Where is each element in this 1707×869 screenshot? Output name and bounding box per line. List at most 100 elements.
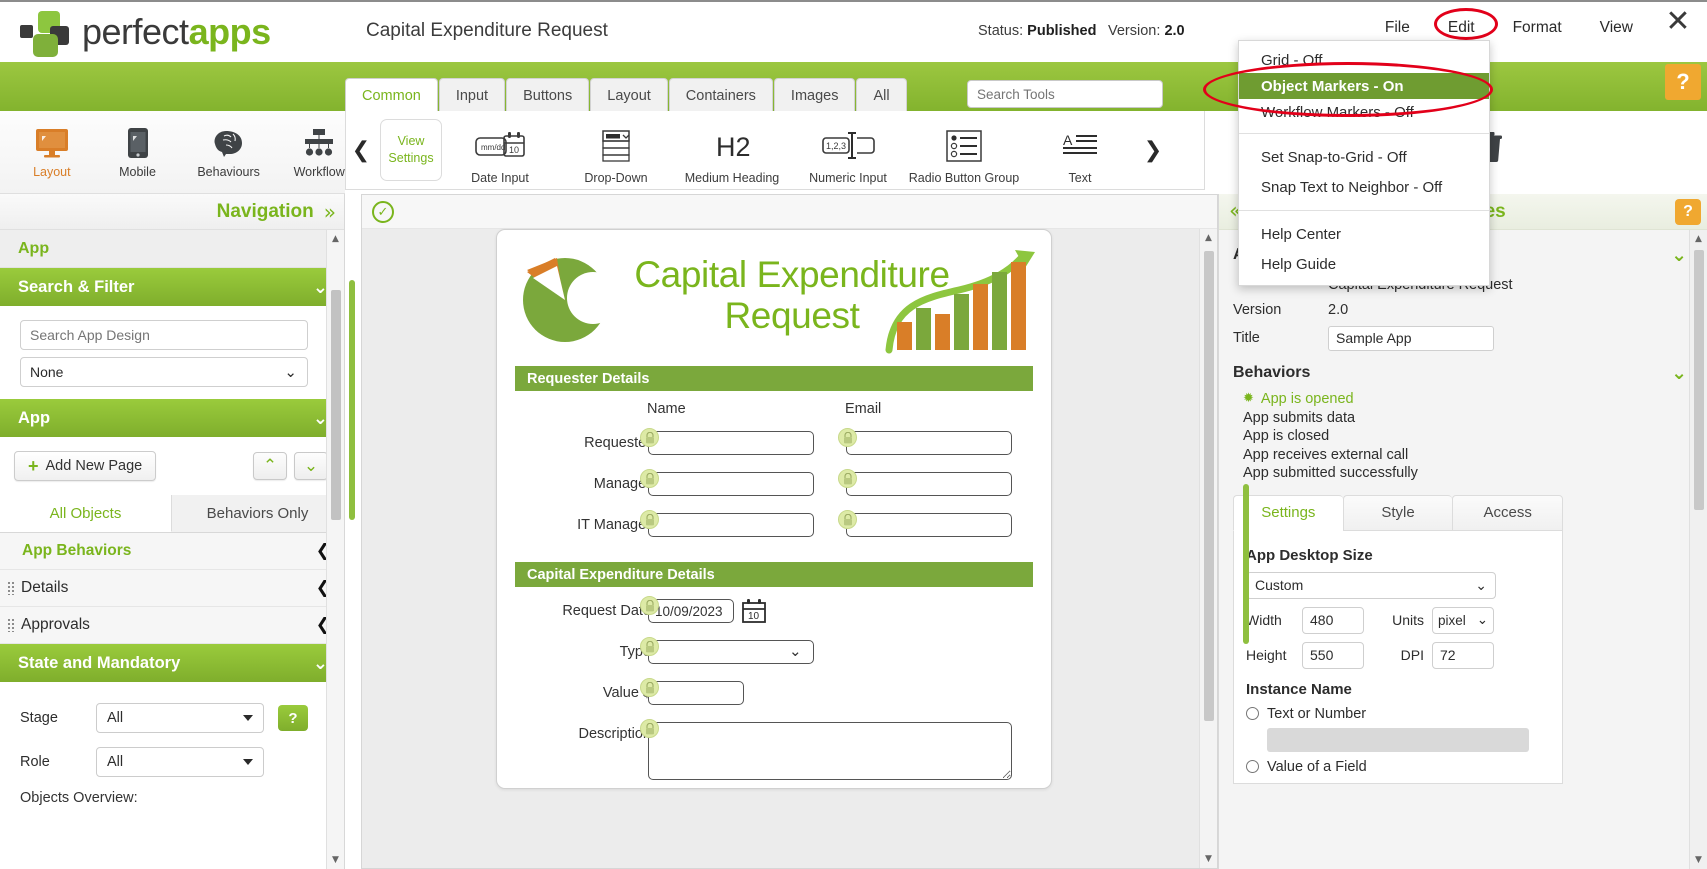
size-preset-select[interactable]: Custom ⌄ (1246, 571, 1496, 599)
object-marker-lock-icon[interactable] (640, 637, 659, 656)
tool-date-input[interactable]: mm/dd 10 Date Input (442, 115, 558, 185)
sidebar-header-search-filter[interactable]: Search & Filter ⌄ (0, 268, 344, 306)
field-requester-email[interactable] (846, 431, 1012, 455)
tree-item-approvals[interactable]: Approvals ❮ (0, 607, 344, 644)
property-input-title[interactable] (1328, 325, 1494, 351)
brand-logo[interactable]: perfectapps (20, 10, 271, 57)
tool-text[interactable]: A Text (1022, 115, 1138, 185)
sidebar-header-app[interactable]: App ⌄ (0, 399, 344, 437)
view-menu-item-snap-to-grid[interactable]: Set Snap-to-Grid - Off (1239, 142, 1489, 172)
instance-name-value-field[interactable] (1267, 727, 1529, 752)
expand-all-icon[interactable]: ⌄ (294, 452, 328, 480)
view-menu-item-grid[interactable]: Grid - Off (1239, 47, 1489, 73)
menu-edit[interactable]: Edit (1444, 16, 1479, 40)
scroll-down-icon[interactable]: ▼ (1690, 851, 1707, 869)
ribbon-tab-buttons[interactable]: Buttons (506, 78, 590, 112)
role-select[interactable]: All (96, 747, 264, 777)
units-select[interactable]: pixel ⌄ (1432, 606, 1494, 634)
properties-resize-handle[interactable] (1243, 484, 1249, 644)
view-menu-item-workflow-markers[interactable]: Workflow Markers - Off (1239, 99, 1489, 125)
ribbon-tab-common[interactable]: Common (345, 78, 438, 112)
ribbon-tab-all[interactable]: All (856, 78, 907, 112)
radio-icon[interactable] (1246, 707, 1259, 720)
stage-select[interactable]: All (96, 703, 264, 733)
object-marker-lock-icon[interactable] (838, 428, 857, 447)
tool-drop-down[interactable]: Drop-Down (558, 115, 674, 185)
object-marker-lock-icon[interactable] (640, 469, 659, 488)
stage-help-button[interactable]: ? (278, 705, 308, 731)
tab-all-objects[interactable]: All Objects (0, 495, 172, 532)
field-it-manager-email[interactable] (846, 513, 1012, 537)
view-menu-item-snap-text-neighbor[interactable]: Snap Text to Neighbor - Off (1239, 172, 1489, 202)
mode-workflow[interactable]: Workflow (293, 125, 345, 179)
object-marker-lock-icon[interactable] (640, 719, 659, 738)
mode-behaviours[interactable]: Behaviours (197, 125, 260, 179)
validation-check-icon[interactable]: ✓ (372, 201, 394, 223)
dpi-input[interactable] (1432, 641, 1494, 669)
behavior-item-external-call[interactable]: App receives external call (1243, 446, 1687, 465)
field-request-date[interactable] (648, 599, 734, 623)
ribbon-tab-containers[interactable]: Containers (668, 78, 773, 112)
navigation-collapse-icon[interactable]: » (324, 200, 336, 224)
height-input[interactable] (1302, 641, 1364, 669)
close-icon[interactable]: ✕ (1663, 7, 1693, 38)
add-new-page-button[interactable]: + Add New Page (14, 451, 157, 481)
field-manager-email[interactable] (846, 472, 1012, 496)
tree-item-details[interactable]: Details ❮ (0, 570, 344, 607)
view-menu-item-help-center[interactable]: Help Center (1239, 219, 1489, 249)
object-marker-lock-icon[interactable] (640, 678, 659, 697)
scroll-down-icon[interactable]: ▼ (1200, 850, 1217, 868)
scroll-thumb[interactable] (1694, 250, 1704, 510)
tab-behaviors-only[interactable]: Behaviors Only (172, 495, 344, 532)
mode-mobile[interactable]: Mobile (112, 125, 164, 179)
drag-handle-icon[interactable] (8, 581, 14, 595)
ribbon-prev-icon[interactable]: ❮ (346, 138, 376, 163)
ribbon-tab-images[interactable]: Images (773, 78, 856, 112)
collapse-all-icon[interactable]: ⌃ (253, 452, 287, 480)
view-menu-item-help-guide[interactable]: Help Guide (1239, 249, 1489, 279)
search-app-design-input[interactable] (20, 320, 308, 350)
tool-numeric-input[interactable]: 1,2,3 Numeric Input (790, 115, 906, 185)
sidebar-header-state-mandatory[interactable]: State and Mandatory ⌄ (0, 644, 344, 682)
canvas-scrollbar[interactable]: ▲ ▼ (1199, 229, 1217, 868)
radio-icon[interactable] (1246, 760, 1259, 773)
scroll-thumb[interactable] (1204, 251, 1214, 721)
field-manager-name[interactable] (648, 472, 814, 496)
properties-scrollbar[interactable]: ▲ ▼ (1689, 230, 1707, 869)
ribbon-tab-input[interactable]: Input (438, 78, 506, 112)
field-value-dollars[interactable] (648, 681, 744, 705)
object-marker-lock-icon[interactable] (838, 510, 857, 529)
field-requester-name[interactable] (648, 431, 814, 455)
drag-handle-icon[interactable] (8, 618, 14, 632)
behavior-item-submitted-success[interactable]: App submitted successfully (1243, 464, 1687, 483)
menu-view[interactable]: View (1596, 16, 1637, 40)
properties-tab-style[interactable]: Style (1342, 494, 1453, 531)
ribbon-tab-layout[interactable]: Layout (590, 78, 668, 112)
panel-resize-handle[interactable] (349, 280, 355, 520)
object-marker-lock-icon[interactable] (640, 428, 659, 447)
object-marker-lock-icon[interactable] (838, 469, 857, 488)
object-marker-lock-icon[interactable] (640, 510, 659, 529)
tree-item-app-behaviors[interactable]: App Behaviors ❮ (0, 533, 344, 570)
properties-tab-settings[interactable]: Settings (1233, 494, 1343, 531)
filter-select[interactable]: None ⌄ (20, 357, 308, 387)
tool-medium-heading[interactable]: H2 Medium Heading (674, 115, 790, 185)
behavior-item-app-opened[interactable]: ✹ App is opened (1243, 390, 1687, 409)
object-marker-lock-icon[interactable] (640, 596, 659, 615)
calendar-icon[interactable]: 10 (741, 598, 767, 624)
scroll-thumb[interactable] (331, 290, 341, 520)
width-input[interactable] (1302, 606, 1364, 634)
behavior-item-app-submits-data[interactable]: App submits data (1243, 409, 1687, 428)
scroll-up-icon[interactable]: ▲ (1690, 230, 1707, 248)
scroll-down-icon[interactable]: ▼ (327, 851, 344, 869)
mode-layout[interactable]: Layout (26, 125, 78, 179)
behavior-item-app-closed[interactable]: App is closed (1243, 427, 1687, 446)
properties-tab-access[interactable]: Access (1452, 494, 1564, 531)
ribbon-next-icon[interactable]: ❯ (1138, 138, 1168, 163)
instance-option-value-of-field[interactable]: Value of a Field (1246, 759, 1550, 775)
instance-option-text-or-number[interactable]: Text or Number (1246, 706, 1550, 722)
scroll-up-icon[interactable]: ▲ (327, 230, 344, 248)
field-it-manager-name[interactable] (648, 513, 814, 537)
field-description[interactable] (648, 722, 1012, 780)
menu-file[interactable]: File (1381, 16, 1414, 40)
